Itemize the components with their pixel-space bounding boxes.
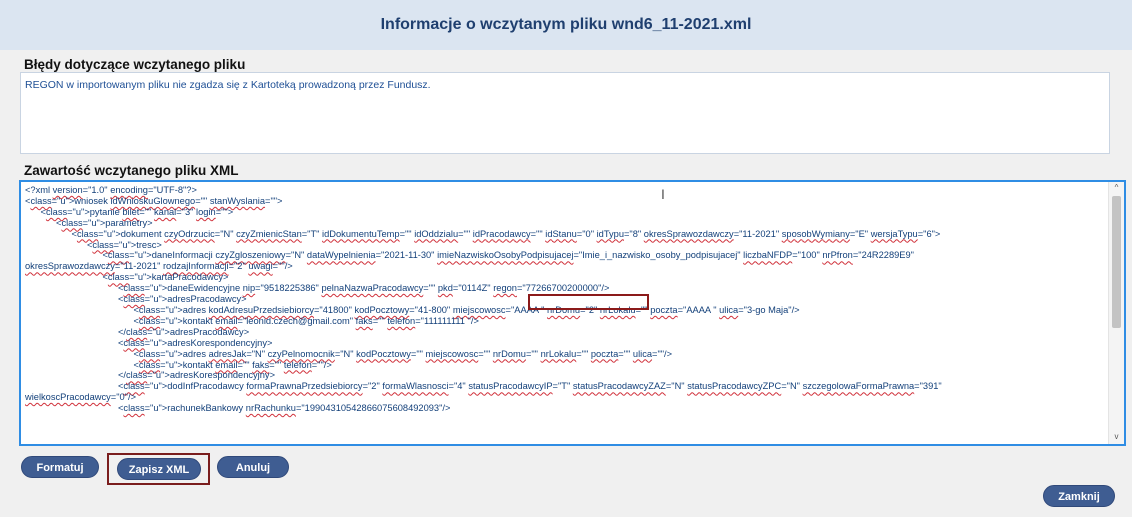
xml-line: <class="u">rachunekBankowy nrRachunku="1…	[25, 403, 451, 414]
xml-line: <class="u">adresKorespondencyjny>	[25, 337, 273, 348]
dialog-titlebar: Informacje o wczytanym pliku wnd6_11-202…	[0, 0, 1132, 50]
xml-line: <class="u">daneEwidencyjne nip="95182253…	[25, 283, 610, 294]
save-xml-button[interactable]: Zapisz XML	[117, 458, 201, 480]
xml-line: <class="u">daneInformacji czyZgloszeniow…	[25, 250, 914, 261]
xml-line: <?xml version="1.0" encoding="UTF-8"?>	[25, 185, 197, 195]
errors-box: REGON w importowanym pliku nie zgadza si…	[20, 72, 1110, 154]
xml-line: </class="u">adresKorespondencyjny>	[25, 370, 275, 381]
regon-highlight	[528, 294, 649, 310]
dialog-title: Informacje o wczytanym pliku wnd6_11-202…	[380, 16, 752, 33]
text-cursor-icon: I	[661, 186, 665, 202]
xml-heading: Zawartość wczytanego pliku XML	[24, 163, 239, 178]
xml-line: <class="u">pytanie bilet="" kanal="3" lo…	[25, 206, 234, 217]
xml-line: <class="u">tresc>	[25, 239, 162, 250]
scroll-down-arrow-icon[interactable]: v	[1109, 432, 1124, 441]
xml-vertical-scrollbar[interactable]: ^ v	[1108, 182, 1124, 444]
xml-line: <class="u">kontakt email="" faks="" tele…	[25, 359, 332, 370]
xml-line: <class="u">adres adresJak="N" czyPelnomo…	[25, 348, 673, 359]
xml-line: okresSprawozdawczy="11-2021" rodzajInfor…	[25, 261, 293, 272]
errors-heading: Błędy dotyczące wczytanego pliku	[24, 57, 246, 72]
error-message: REGON w importowanym pliku nie zgadza si…	[25, 79, 431, 91]
xml-line: <class="u">parametry>	[25, 217, 153, 228]
close-button[interactable]: Zamknij	[1043, 485, 1115, 507]
xml-line: <class="u">dokument czyOdrzucic="N" czyZ…	[25, 228, 941, 239]
xml-line: <class="u">wniosek idWnioskuGlownego="" …	[25, 195, 283, 206]
xml-line: <class="u">kartaPracodawcy>	[25, 272, 229, 283]
scroll-up-arrow-icon[interactable]: ^	[1109, 183, 1124, 192]
xml-line: <class="u">dodInfPracodawcy formaPrawnaP…	[25, 381, 942, 392]
xml-line: wielkoscPracodawcy="0"/>	[25, 392, 136, 403]
cancel-button[interactable]: Anuluj	[217, 456, 289, 478]
format-button[interactable]: Formatuj	[21, 456, 99, 478]
scrollbar-thumb[interactable]	[1112, 196, 1121, 328]
xml-line: </class="u">adresPracodawcy>	[25, 326, 250, 337]
xml-line: <class="u">kontakt email="leonid.czech@g…	[25, 315, 479, 326]
xml-content-editor[interactable]: <?xml version="1.0" encoding="UTF-8"?> <c…	[19, 180, 1126, 446]
